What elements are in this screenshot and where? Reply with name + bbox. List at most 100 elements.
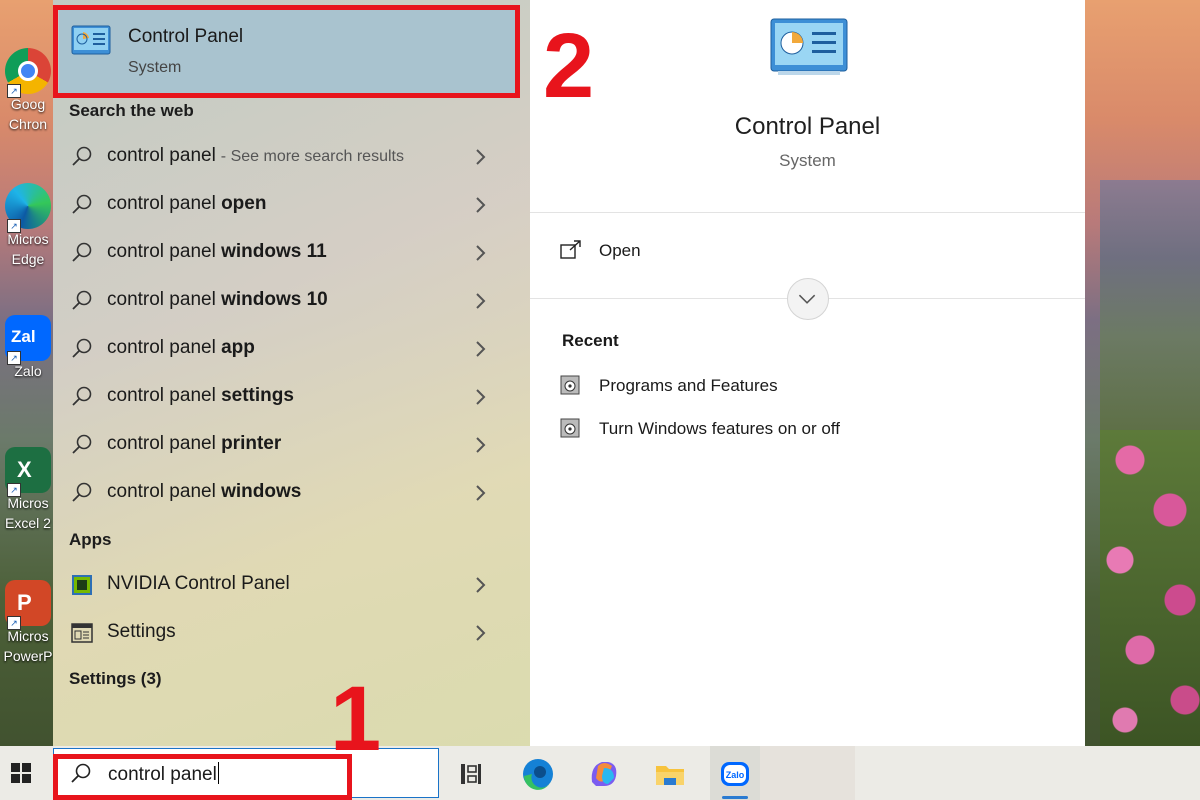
web-result-row[interactable]: control panel settings — [59, 374, 519, 420]
web-result-row[interactable]: control panel windows — [59, 470, 519, 516]
recent-item-label: Programs and Features — [599, 376, 778, 395]
copilot-icon[interactable] — [584, 754, 624, 794]
web-result-row[interactable]: control panel app — [59, 326, 519, 372]
query-completion: windows 10 — [221, 289, 328, 310]
desktop-icon-chrome[interactable]: ↗ Goog Chron — [0, 48, 56, 134]
powerpoint-icon: P ↗ — [5, 580, 51, 630]
search-icon — [72, 386, 92, 406]
web-result-row[interactable]: control panel open — [59, 182, 519, 228]
chevron-right-icon — [476, 625, 486, 641]
web-result-label: control panel app — [107, 337, 260, 359]
chevron-right-icon — [476, 485, 486, 501]
chevron-right-icon — [476, 149, 486, 165]
annotation-number-step-2: 2 — [543, 15, 595, 117]
programs-features-icon — [560, 375, 580, 395]
web-result-row[interactable]: control panel - See more search results — [59, 134, 519, 180]
query-base: control panel — [107, 433, 222, 454]
desktop-icon-excel[interactable]: X ↗ Micros Excel 2 — [0, 447, 56, 533]
open-action[interactable]: Open — [560, 238, 760, 266]
search-icon — [72, 290, 92, 310]
desktop-icon-powerpoint[interactable]: P ↗ Micros PowerP — [0, 580, 56, 666]
search-icon — [72, 194, 92, 214]
detail-subtitle: System — [779, 151, 836, 170]
recent-header: Recent — [562, 331, 619, 350]
query-base: control panel — [107, 193, 222, 214]
windows-features-icon — [560, 418, 580, 438]
shortcut-arrow-icon: ↗ — [7, 483, 21, 497]
shortcut-arrow-icon: ↗ — [7, 616, 21, 630]
chevron-right-icon — [476, 293, 486, 309]
query-completion: open — [221, 193, 267, 214]
app-result-settings[interactable]: Settings — [59, 610, 519, 656]
wallpaper-flowers — [1100, 430, 1200, 746]
wallpaper-mountains — [1100, 180, 1200, 440]
chrome-icon: ↗ — [5, 48, 51, 98]
query-suffix: - See more search results — [220, 148, 404, 165]
section-header-web: Search the web — [69, 101, 194, 120]
recent-item[interactable]: Programs and Features — [560, 373, 1040, 401]
search-icon — [72, 482, 92, 502]
annotation-number-step-1: 1 — [330, 668, 382, 770]
windows-logo-icon — [11, 763, 31, 783]
query-base: control panel — [107, 337, 222, 358]
chevron-right-icon — [476, 197, 486, 213]
section-header-apps: Apps — [69, 530, 112, 549]
active-app-indicator — [722, 796, 748, 799]
web-result-label: control panel windows — [107, 481, 306, 503]
search-results-pane: Control Panel System Search the web cont… — [53, 0, 530, 746]
query-completion: printer — [221, 433, 282, 454]
expand-button[interactable] — [787, 278, 829, 320]
web-result-label: control panel printer — [107, 433, 286, 455]
recent-item[interactable]: Turn Windows features on or off — [560, 416, 1040, 444]
web-result-label: control panel open — [107, 193, 271, 215]
shortcut-arrow-icon: ↗ — [7, 84, 21, 98]
search-icon — [72, 146, 92, 166]
query-base: control panel — [107, 481, 222, 502]
query-base: control panel — [107, 385, 222, 406]
web-result-row[interactable]: control panel windows 11 — [59, 230, 519, 276]
query-base: control panel — [107, 241, 222, 262]
nvidia-icon — [72, 575, 92, 595]
web-result-label: control panel windows 11 — [107, 241, 332, 263]
edge-icon: ↗ — [5, 183, 51, 233]
excel-icon: X ↗ — [5, 447, 51, 497]
task-view-icon[interactable] — [451, 754, 491, 794]
web-result-label: control panel settings — [107, 385, 299, 407]
web-result-row[interactable]: control panel printer — [59, 422, 519, 468]
open-label: Open — [599, 241, 641, 260]
detail-pane: Control Panel System Open Recent Program… — [530, 0, 1085, 746]
zalo-icon[interactable]: Zalo — [715, 754, 755, 794]
settings-icon — [71, 623, 93, 643]
query-base: control panel — [107, 289, 222, 310]
desktop-icon-zalo[interactable]: Zal ↗ Zalo — [0, 315, 56, 381]
web-result-label: control panel - See more search results — [107, 145, 404, 167]
app-result-label: NVIDIA Control Panel — [107, 573, 290, 594]
web-result-row[interactable]: control panel windows 10 — [59, 278, 519, 324]
section-header-settings[interactable]: Settings (3) — [69, 669, 162, 689]
open-external-icon — [560, 240, 581, 259]
desktop-icons: ↗ Goog Chron ↗ Micros Edge Zal ↗ Zalo X … — [0, 0, 56, 746]
search-icon — [72, 242, 92, 262]
desktop-icon-edge[interactable]: ↗ Micros Edge — [0, 183, 56, 269]
web-result-label: control panel windows 10 — [107, 289, 333, 311]
chevron-right-icon — [476, 389, 486, 405]
query-base: control panel — [107, 145, 216, 166]
detail-title: Control Panel — [734, 113, 881, 140]
taskbar-empty-slot — [760, 746, 855, 800]
chevron-down-icon — [798, 294, 816, 304]
edge-icon[interactable] — [518, 754, 558, 794]
app-result-nvidia-control-panel[interactable]: NVIDIA Control Panel — [59, 562, 519, 608]
divider — [530, 212, 1085, 213]
shortcut-arrow-icon: ↗ — [7, 351, 21, 365]
chevron-right-icon — [476, 245, 486, 261]
recent-item-label: Turn Windows features on or off — [599, 419, 840, 438]
chevron-right-icon — [476, 577, 486, 593]
query-completion: windows — [221, 481, 302, 502]
start-button[interactable] — [0, 746, 48, 800]
search-icon — [72, 338, 92, 358]
control-panel-icon — [770, 18, 848, 75]
svg-text:Zalo: Zalo — [726, 770, 745, 780]
search-icon — [72, 434, 92, 454]
query-completion: windows 11 — [221, 241, 327, 262]
file-explorer-icon[interactable] — [650, 754, 690, 794]
